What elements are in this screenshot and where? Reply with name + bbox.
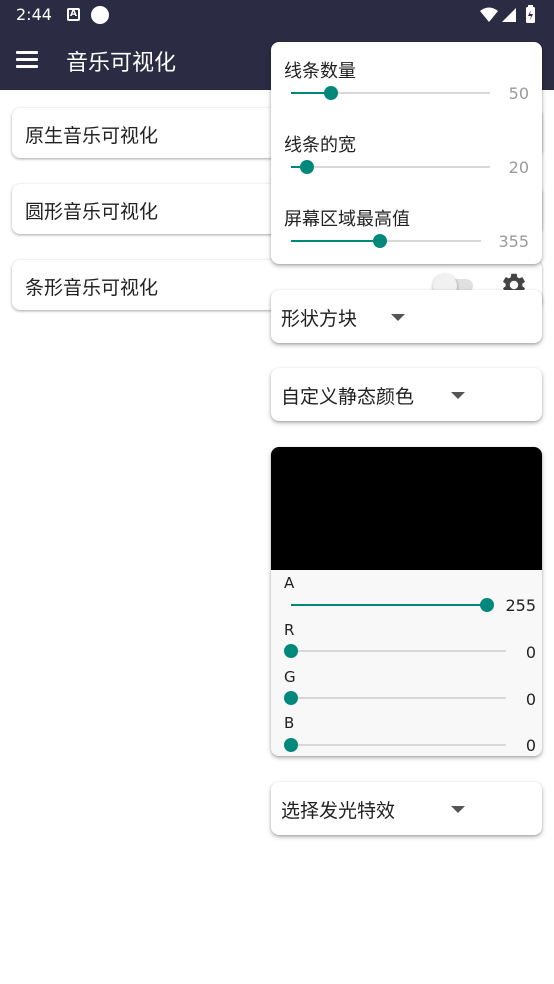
hamburger-menu-icon[interactable] [16, 51, 38, 69]
line-count-label: 线条数量 [284, 61, 356, 82]
slider-thumb[interactable] [480, 598, 494, 612]
red-label: R [284, 621, 295, 639]
shape-dropdown-value: 形状方块 [281, 308, 358, 330]
green-value: 0 [525, 690, 536, 709]
status-time: 2:44 [16, 5, 52, 24]
slider-thumb[interactable] [299, 160, 314, 174]
line-width-value: 20 [508, 158, 529, 177]
color-mode-dropdown-value: 自定义静态颜色 [281, 386, 415, 408]
red-value: 0 [525, 643, 536, 662]
chevron-down-icon [451, 392, 465, 399]
color-picker: A 255 R 0 G 0 B 0 [271, 447, 542, 756]
screen-max-slider[interactable] [291, 234, 481, 248]
color-preview-swatch [271, 447, 542, 570]
chevron-down-icon [391, 314, 405, 321]
list-item-label: 圆形音乐可视化 [25, 201, 159, 223]
slider-thumb[interactable] [284, 644, 298, 658]
line-width-slider[interactable] [291, 160, 490, 174]
color-mode-dropdown[interactable]: 自定义静态颜色 [271, 368, 542, 421]
line-width-label: 线条的宽 [284, 135, 356, 156]
slider-thumb[interactable] [284, 738, 298, 752]
alpha-label: A [284, 574, 295, 592]
argb-sliders: A 255 R 0 G 0 B 0 [271, 570, 542, 756]
alpha-value: 255 [505, 596, 536, 615]
line-settings-panel: 线条数量 50 线条的宽 20 屏幕区域最高值 355 [271, 42, 542, 264]
red-slider[interactable] [284, 644, 506, 658]
status-icons [480, 5, 535, 23]
slider-thumb[interactable] [284, 691, 298, 705]
shape-dropdown[interactable]: 形状方块 [271, 290, 542, 343]
chevron-down-icon [451, 806, 465, 813]
blue-value: 0 [525, 736, 536, 755]
screen-max-value: 355 [498, 232, 529, 251]
green-slider[interactable] [284, 691, 506, 705]
line-count-value: 50 [508, 84, 529, 103]
glow-effect-dropdown-value: 选择发光特效 [281, 800, 396, 822]
status-bar: 2:44 A [0, 0, 554, 30]
alpha-slider[interactable] [291, 598, 494, 612]
notification-dot-icon [91, 6, 109, 24]
slider-thumb[interactable] [323, 86, 338, 100]
slider-thumb[interactable] [373, 234, 388, 248]
line-count-slider[interactable] [291, 86, 490, 100]
notification-a-icon: A [67, 8, 80, 21]
blue-label: B [284, 714, 295, 732]
glow-effect-dropdown[interactable]: 选择发光特效 [271, 782, 542, 835]
green-label: G [284, 668, 296, 686]
list-item-label: 原生音乐可视化 [25, 125, 159, 147]
list-item-label: 条形音乐可视化 [25, 277, 159, 299]
screen-max-label: 屏幕区域最高值 [284, 209, 410, 230]
page-title: 音乐可视化 [66, 51, 177, 76]
blue-slider[interactable] [284, 738, 506, 752]
wifi-icon [480, 7, 498, 22]
signal-icon [502, 8, 516, 22]
